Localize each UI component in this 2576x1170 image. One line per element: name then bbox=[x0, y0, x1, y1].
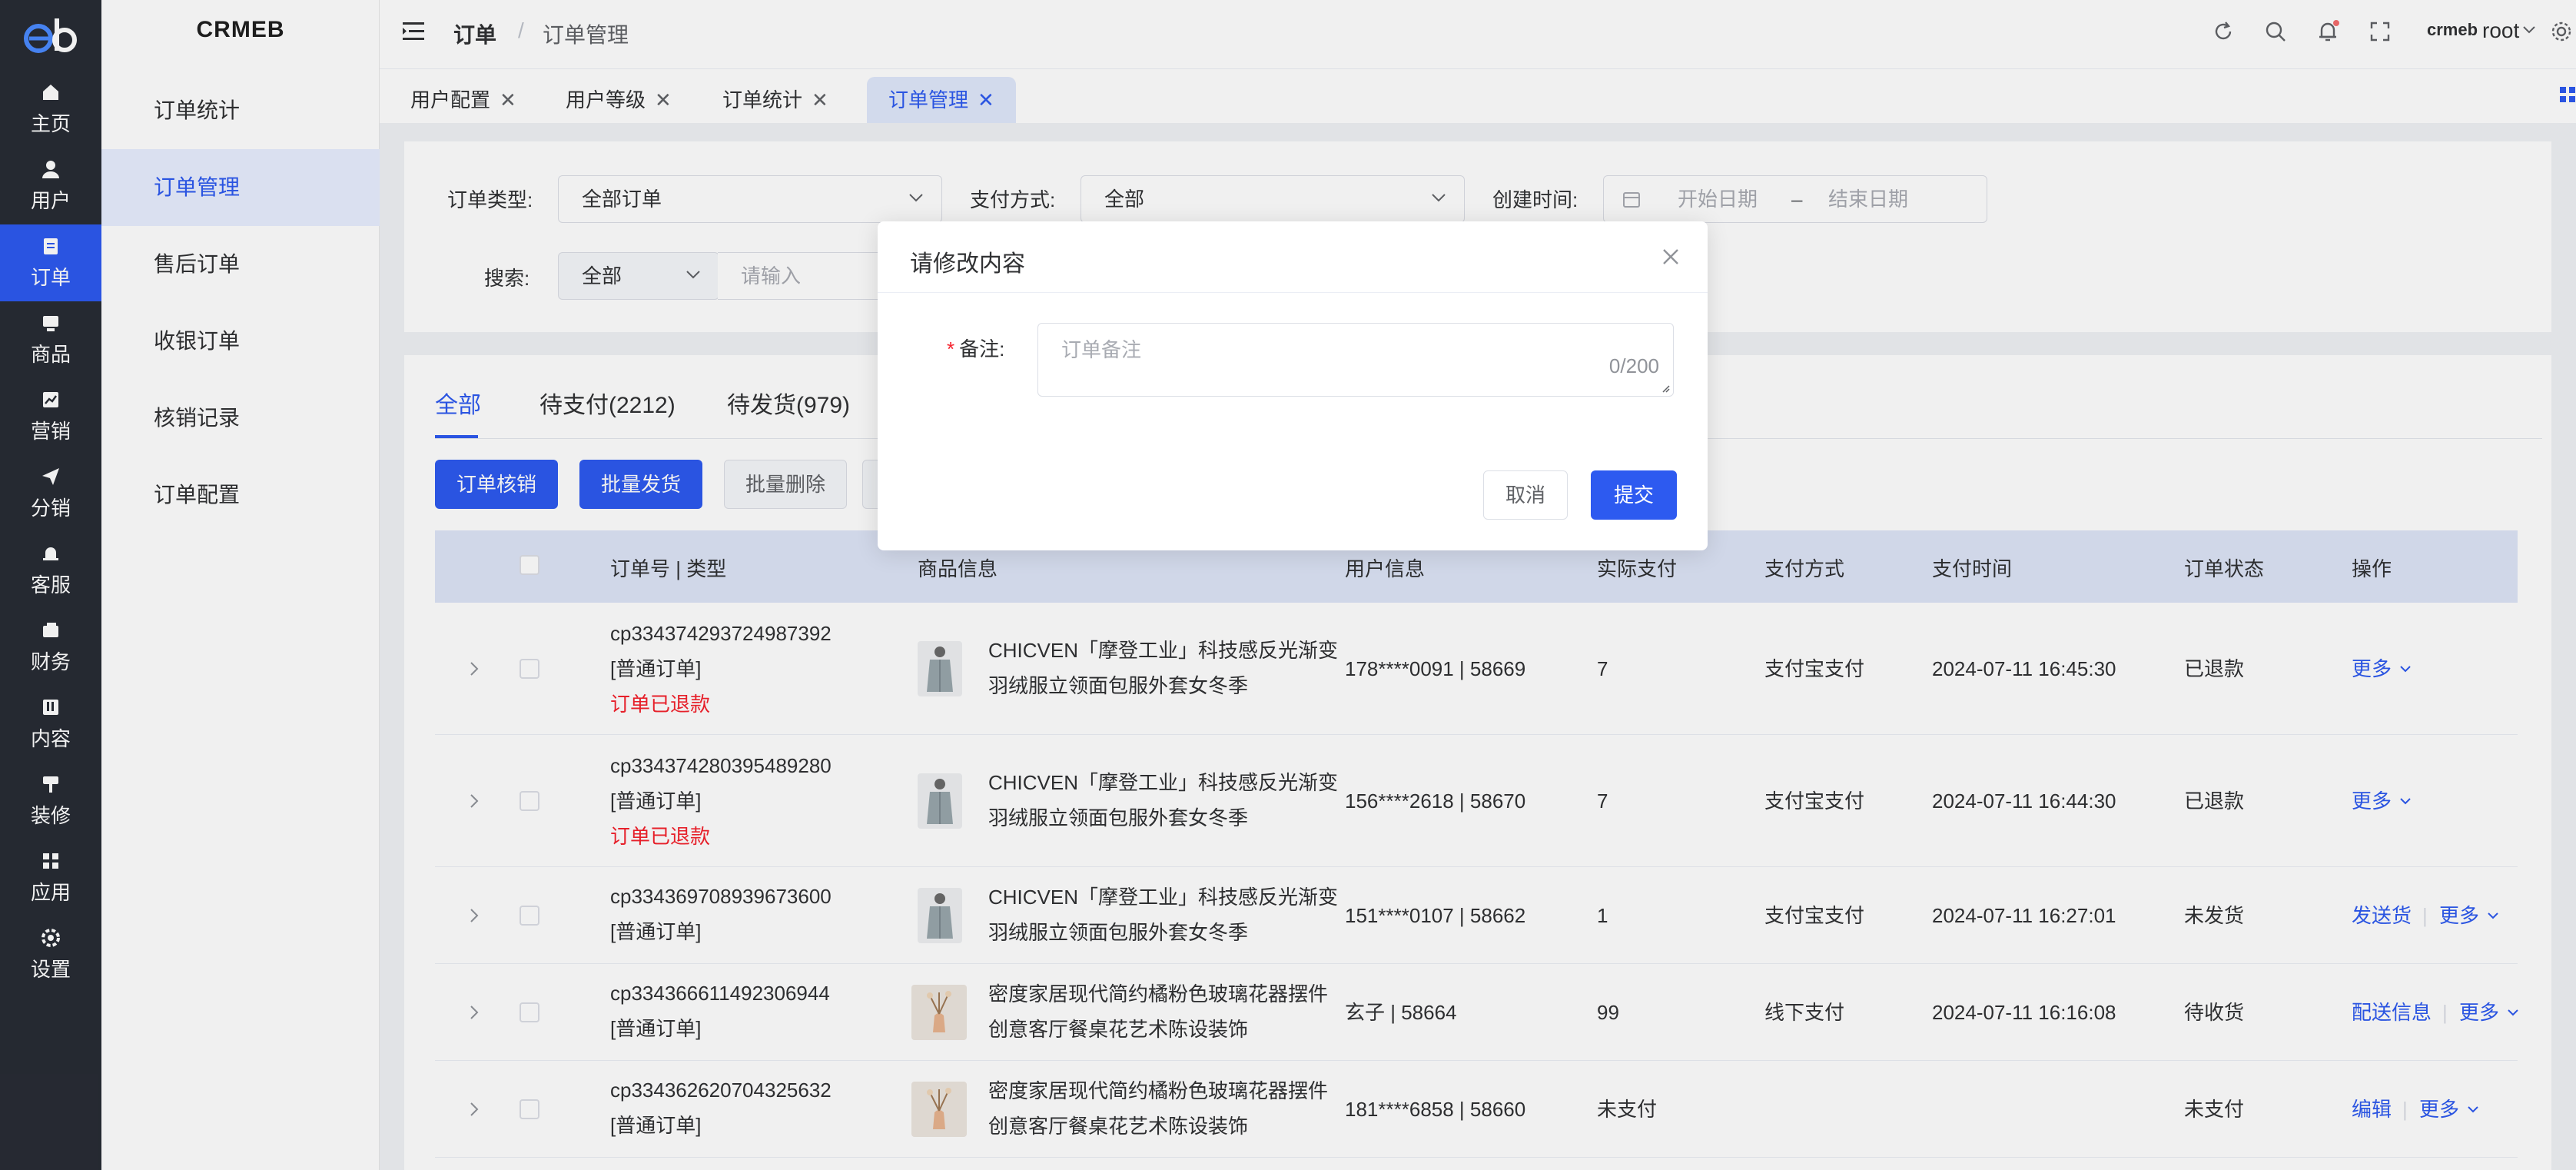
required-mark: * bbox=[947, 337, 955, 361]
remark-placeholder: 订单备注 bbox=[1061, 338, 1142, 361]
dialog-divider bbox=[878, 292, 1708, 293]
modal-mask[interactable] bbox=[0, 0, 2576, 1170]
remark-label-text: 备注: bbox=[959, 337, 1005, 361]
resize-handle-icon[interactable] bbox=[1661, 384, 1670, 393]
dialog-title: 请修改内容 bbox=[910, 251, 1025, 277]
cancel-button[interactable]: 取消 bbox=[1483, 470, 1568, 520]
remark-textarea[interactable]: 订单备注 0/200 bbox=[1037, 323, 1674, 397]
submit-button[interactable]: 提交 bbox=[1591, 470, 1677, 520]
close-icon[interactable] bbox=[1661, 248, 1680, 266]
char-counter: 0/200 bbox=[1608, 354, 1659, 377]
remark-label: * 备注: bbox=[947, 334, 1004, 362]
edit-remark-dialog: 请修改内容 * 备注: 订单备注 0/200 取消 提交 bbox=[878, 221, 1708, 550]
